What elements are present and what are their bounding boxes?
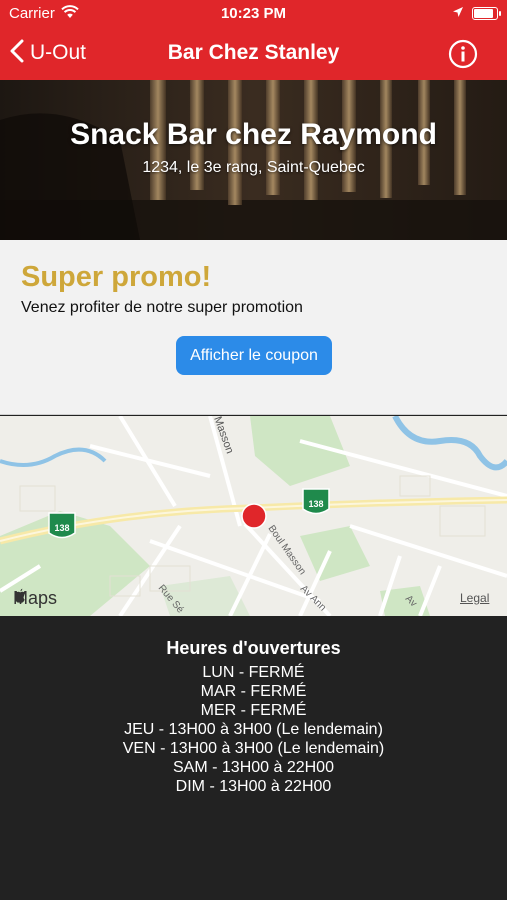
route-shield-label: 138 [308,499,323,509]
status-time: 10:23 PM [220,5,287,22]
hours-item: VEN - 13H00 à 3H00 (Le lendemain) [122,740,385,757]
venue-map-pin[interactable] [241,503,267,529]
back-button[interactable]: U-Out [10,38,86,68]
hours-item: MER - FERMÉ [200,702,307,719]
info-button[interactable] [448,39,478,69]
route-shield-icon: 138 [302,488,330,515]
battery-icon [472,7,501,20]
info-circle-icon [448,39,478,73]
venue-hero-banner: Snack Bar chez Raymond 1234, le 3e rang,… [0,80,507,240]
venue-address: 1234, le 3e rang, Saint-Quebec [142,159,365,176]
map-canvas[interactable]: Masson Boul Masson Rue Sé Av Ann Av 138 … [0,416,507,616]
opening-hours-section: Heures d'ouvertures LUN - FERMÉ MAR - FE… [0,616,507,900]
hours-item: LUN - FERMÉ [202,664,305,681]
hours-item: MAR - FERMÉ [200,683,307,700]
show-coupon-button[interactable]: Afficher le coupon [176,336,332,375]
opening-hours-title: Heures d'ouvertures [166,638,341,658]
route-shield-icon: 138 [48,512,76,539]
venue-name: Snack Bar chez Raymond [70,118,437,151]
status-bar: Carrier 10:23 PM [0,0,507,28]
battery-level [474,9,493,18]
hours-item: DIM - 13H00 à 22H00 [175,778,332,795]
maps-logo: Maps [13,588,57,609]
chevron-left-icon [10,39,24,68]
promo-description: Venez profiter de notre super promotion [21,299,303,316]
promo-title: Super promo! [21,261,212,293]
navigation-bar: U-Out Bar Chez Stanley [0,28,507,80]
location-map[interactable]: Masson Boul Masson Rue Sé Av Ann Av 138 … [0,416,507,616]
back-button-label: U-Out [30,41,87,64]
hours-item: SAM - 13H00 à 22H00 [173,759,334,776]
hours-item: JEU - 13H00 à 3H00 (Le lendemain) [124,721,383,738]
location-arrow-icon [452,5,464,22]
opening-hours-list: LUN - FERMÉ MAR - FERMÉ MER - FERMÉ JEU … [0,663,507,796]
map-legal-link[interactable]: Legal [460,591,489,605]
route-shield-label: 138 [54,523,69,533]
promo-card: Super promo! Venez profiter de notre sup… [0,240,507,415]
